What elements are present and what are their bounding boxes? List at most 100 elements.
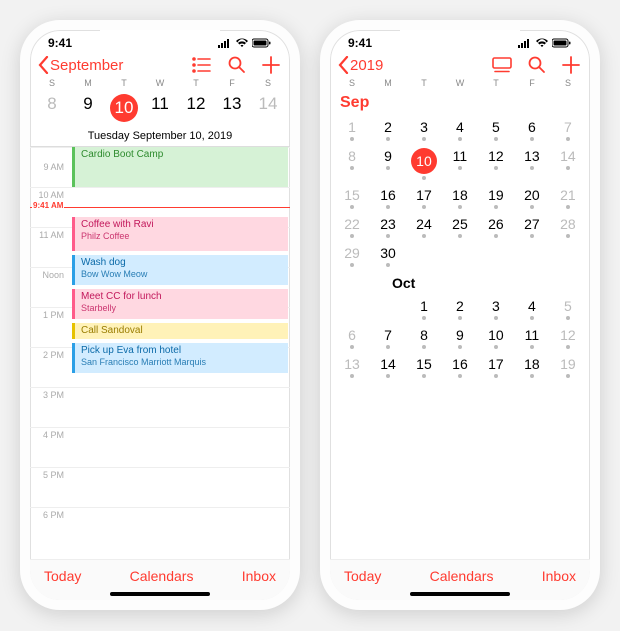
month-day-cell[interactable]: 26 xyxy=(478,211,514,240)
month-day-cell[interactable]: 19 xyxy=(478,182,514,211)
month-day-cell[interactable]: 13 xyxy=(334,351,370,380)
weekday-label: M xyxy=(370,78,406,88)
weekday-header: SMTWTFS xyxy=(30,78,290,88)
status-indicators xyxy=(218,38,272,48)
month-day-cell[interactable]: 6 xyxy=(334,322,370,351)
date-cell[interactable]: 11 xyxy=(142,90,178,126)
calendar-event[interactable]: Pick up Eva from hotelSan Francisco Marr… xyxy=(72,343,288,373)
month-day-cell[interactable]: 6 xyxy=(514,114,550,143)
month-label-oct[interactable]: Oct xyxy=(330,269,590,293)
back-button[interactable]: 2019 xyxy=(336,56,383,74)
date-cell[interactable]: 12 xyxy=(178,90,214,126)
date-cell[interactable]: 10 xyxy=(106,90,142,126)
month-day-cell[interactable]: 18 xyxy=(514,351,550,380)
list-view-icon[interactable] xyxy=(192,57,212,73)
month-day-cell[interactable]: 5 xyxy=(550,293,586,322)
date-selector-row: 891011121314 xyxy=(30,88,290,130)
today-button[interactable]: Today xyxy=(344,568,381,584)
month-day-cell[interactable]: 10 xyxy=(478,322,514,351)
weekday-label: T xyxy=(178,78,214,88)
battery-icon xyxy=(252,38,272,48)
month-day-cell[interactable]: 2 xyxy=(442,293,478,322)
month-day-cell[interactable]: 2 xyxy=(370,114,406,143)
month-day-cell[interactable]: 14 xyxy=(550,143,586,182)
month-day-cell[interactable]: 11 xyxy=(442,143,478,182)
month-day-cell[interactable]: 9 xyxy=(370,143,406,182)
month-label-sep[interactable]: Sep xyxy=(330,88,590,114)
battery-icon xyxy=(552,38,572,48)
hour-row: 4 PM xyxy=(30,427,290,467)
month-day-cell[interactable]: 1 xyxy=(406,293,442,322)
month-day-cell[interactable]: 1 xyxy=(334,114,370,143)
month-day-cell[interactable]: 14 xyxy=(370,351,406,380)
phone-year-view: 9:41 2019 SMTWTFS Sep 123456789101112131… xyxy=(320,20,600,610)
month-day-cell[interactable]: 12 xyxy=(478,143,514,182)
view-toggle-icon[interactable] xyxy=(492,57,512,73)
month-day-cell[interactable]: 24 xyxy=(406,211,442,240)
month-day-cell[interactable]: 15 xyxy=(334,182,370,211)
today-button[interactable]: Today xyxy=(44,568,81,584)
month-day-cell[interactable]: 23 xyxy=(370,211,406,240)
calendars-button[interactable]: Calendars xyxy=(430,568,494,584)
calendars-button[interactable]: Calendars xyxy=(130,568,194,584)
hour-label: 11 AM xyxy=(30,228,68,267)
hour-label: 2 PM xyxy=(30,348,68,387)
home-indicator[interactable] xyxy=(110,592,210,596)
month-day-cell[interactable]: 19 xyxy=(550,351,586,380)
month-day-cell[interactable]: 13 xyxy=(514,143,550,182)
month-day-cell[interactable]: 30 xyxy=(370,240,406,269)
month-day-cell[interactable]: 28 xyxy=(550,211,586,240)
month-day-cell[interactable]: 7 xyxy=(370,322,406,351)
month-day-cell[interactable]: 17 xyxy=(406,182,442,211)
add-button[interactable] xyxy=(562,56,580,74)
date-cell[interactable]: 8 xyxy=(34,90,70,126)
date-cell[interactable]: 13 xyxy=(214,90,250,126)
month-day-cell[interactable]: 3 xyxy=(478,293,514,322)
date-cell[interactable]: 9 xyxy=(70,90,106,126)
back-button[interactable]: September xyxy=(36,56,123,74)
inbox-button[interactable]: Inbox xyxy=(242,568,276,584)
inbox-button[interactable]: Inbox xyxy=(542,568,576,584)
calendar-event[interactable]: Call Sandoval xyxy=(72,323,288,339)
calendar-event[interactable]: Cardio Boot Camp xyxy=(72,147,288,187)
phone-day-view: 9:41 September SMTWTFS 891011121314 Tues… xyxy=(20,20,300,610)
hour-label: 3 PM xyxy=(30,388,68,427)
status-time: 9:41 xyxy=(48,36,72,50)
agenda-timeline[interactable]: 9 AM10 AM11 AMNoon1 PM2 PM3 PM4 PM5 PM6 … xyxy=(30,147,290,527)
month-day-cell[interactable]: 10 xyxy=(406,143,442,182)
month-day-cell[interactable]: 16 xyxy=(442,351,478,380)
month-day-cell[interactable]: 29 xyxy=(334,240,370,269)
back-label: September xyxy=(50,57,123,74)
add-button[interactable] xyxy=(262,56,280,74)
nav-bar: 2019 xyxy=(330,52,590,78)
signal-icon xyxy=(218,38,232,48)
calendar-event[interactable]: Coffee with RaviPhilz Coffee xyxy=(72,217,288,251)
search-icon[interactable] xyxy=(528,56,546,74)
month-day-cell[interactable]: 27 xyxy=(514,211,550,240)
month-day-cell[interactable]: 9 xyxy=(442,322,478,351)
chevron-left-icon xyxy=(336,56,350,74)
month-day-cell[interactable]: 12 xyxy=(550,322,586,351)
month-day-cell[interactable]: 11 xyxy=(514,322,550,351)
month-day-cell[interactable]: 21 xyxy=(550,182,586,211)
month-day-cell[interactable]: 7 xyxy=(550,114,586,143)
month-day-cell[interactable]: 8 xyxy=(334,143,370,182)
month-day-cell[interactable]: 8 xyxy=(406,322,442,351)
month-day-cell[interactable]: 22 xyxy=(334,211,370,240)
month-day-cell[interactable]: 25 xyxy=(442,211,478,240)
month-day-cell[interactable]: 18 xyxy=(442,182,478,211)
home-indicator[interactable] xyxy=(410,592,510,596)
search-icon[interactable] xyxy=(228,56,246,74)
month-day-cell[interactable]: 3 xyxy=(406,114,442,143)
month-day-cell[interactable]: 15 xyxy=(406,351,442,380)
calendar-event[interactable]: Meet CC for lunchStarbelly xyxy=(72,289,288,319)
month-day-cell[interactable]: 4 xyxy=(514,293,550,322)
calendar-event[interactable]: Wash dogBow Wow Meow xyxy=(72,255,288,285)
month-day-cell[interactable]: 20 xyxy=(514,182,550,211)
month-day-cell[interactable]: 16 xyxy=(370,182,406,211)
date-cell[interactable]: 14 xyxy=(250,90,286,126)
month-scroll[interactable]: Sep 123456789101112131415161718192021222… xyxy=(330,88,590,528)
month-day-cell[interactable]: 5 xyxy=(478,114,514,143)
month-day-cell[interactable]: 4 xyxy=(442,114,478,143)
month-day-cell[interactable]: 17 xyxy=(478,351,514,380)
